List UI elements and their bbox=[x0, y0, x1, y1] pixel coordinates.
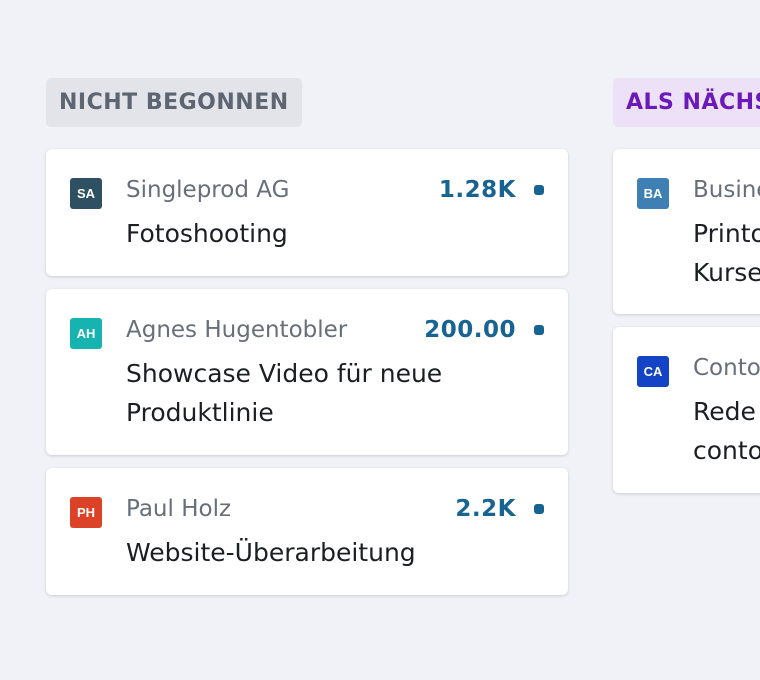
client-name: Singleprod AG bbox=[126, 177, 290, 203]
card-header: Agnes Hugentobler 200.00 bbox=[126, 315, 544, 345]
job-card[interactable]: BA Business Printo Kurse bbox=[613, 149, 760, 314]
column-als-naechstes: ALS NÄCHSTES BA Business Printo Kurse CA… bbox=[613, 78, 760, 506]
card-header: Paul Holz 2.2K bbox=[126, 494, 544, 524]
card-list: BA Business Printo Kurse CA Contoso Rede… bbox=[613, 149, 760, 493]
job-card[interactable]: PH Paul Holz 2.2K Website-Überarbeitung bbox=[46, 468, 568, 595]
status-dot bbox=[534, 504, 544, 514]
kanban-board: NICHT BEGONNEN SA Singleprod AG 1.28K Fo… bbox=[0, 0, 760, 680]
job-card[interactable]: SA Singleprod AG 1.28K Fotoshooting bbox=[46, 149, 568, 276]
client-name: Paul Holz bbox=[126, 496, 232, 522]
job-title: Website-Überarbeitung bbox=[126, 538, 416, 567]
column-nicht-begonnen: NICHT BEGONNEN SA Singleprod AG 1.28K Fo… bbox=[46, 78, 568, 608]
client-name: Business bbox=[693, 177, 760, 203]
job-amount: 200.00 bbox=[424, 317, 516, 343]
job-title: Showcase Video für neue Produktlinie bbox=[126, 359, 443, 427]
client-name: Agnes Hugentobler bbox=[126, 317, 348, 343]
status-dot bbox=[534, 325, 544, 335]
job-amount: 2.2K bbox=[455, 496, 516, 522]
job-amount: 1.28K bbox=[438, 177, 516, 203]
card-header: Contoso bbox=[693, 353, 760, 383]
card-header: Singleprod AG 1.28K bbox=[126, 175, 544, 205]
job-card[interactable]: AH Agnes Hugentobler 200.00 Showcase Vid… bbox=[46, 289, 568, 455]
client-avatar: CA bbox=[637, 356, 669, 387]
client-avatar: PH bbox=[70, 497, 102, 528]
job-title: Rede contoso bbox=[693, 397, 760, 465]
card-list: SA Singleprod AG 1.28K Fotoshooting AH A… bbox=[46, 149, 568, 595]
client-avatar: SA bbox=[70, 178, 102, 209]
status-dot bbox=[534, 185, 544, 195]
client-avatar: AH bbox=[70, 318, 102, 349]
job-title: Fotoshooting bbox=[126, 219, 288, 248]
card-header: Business bbox=[693, 175, 760, 205]
client-avatar: BA bbox=[637, 178, 669, 209]
column-header[interactable]: ALS NÄCHSTES bbox=[613, 78, 760, 127]
job-title: Printo Kurse bbox=[693, 219, 760, 287]
column-header[interactable]: NICHT BEGONNEN bbox=[46, 78, 302, 127]
client-name: Contoso bbox=[693, 355, 760, 381]
job-card[interactable]: CA Contoso Rede contoso bbox=[613, 327, 760, 493]
